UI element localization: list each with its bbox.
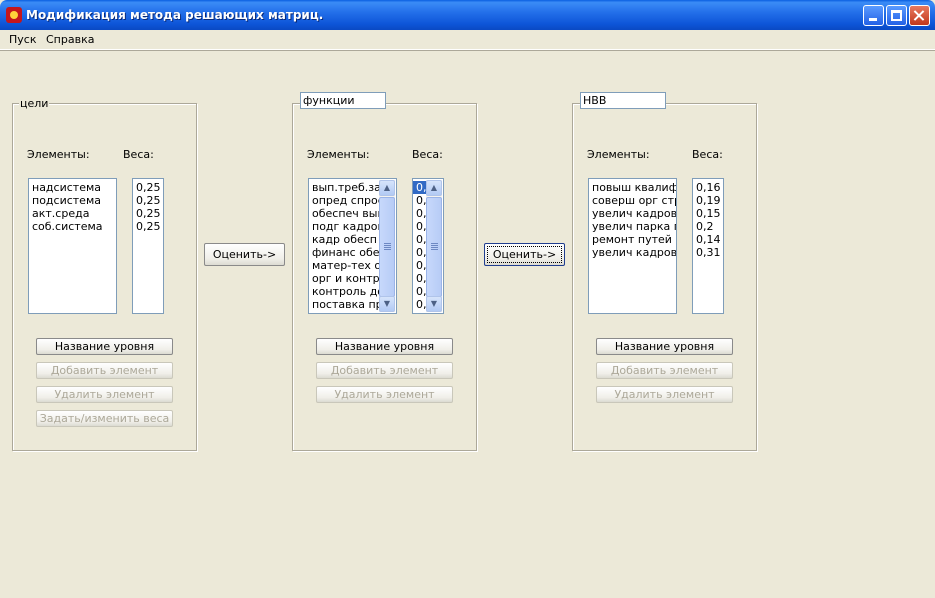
elements-label: Элементы: [27,148,90,161]
set-weights-button[interactable]: Задать/изменить веса [36,410,173,427]
evaluate-button-1[interactable]: Оценить-> [204,243,285,266]
title-bar[interactable]: Модификация метода решающих матриц. [0,0,935,30]
app-icon[interactable] [6,7,22,23]
evaluate-button-2[interactable]: Оценить-> [484,243,565,266]
minimize-icon [869,18,877,21]
scroll-thumb[interactable] [426,197,442,297]
close-icon [910,6,929,25]
weights-list-nvv[interactable]: 0,16 0,19 0,15 0,2 0,14 0,31 [692,178,724,314]
list-item[interactable]: 0, [413,285,427,298]
list-item[interactable]: акт.среда [29,207,116,220]
scroll-thumb[interactable] [379,197,395,297]
list-item[interactable]: финанс обес [309,246,379,259]
list-item[interactable]: кадр обесп [309,233,379,246]
elements-label: Элементы: [307,148,370,161]
list-item[interactable]: 0, [413,220,427,233]
list-item[interactable]: 0,16 [693,181,723,194]
list-item[interactable]: 0,25 [133,181,163,194]
scrollbar[interactable]: ▲ ▼ [426,180,442,312]
delete-element-button[interactable]: Удалить элемент [316,386,453,403]
list-item[interactable]: 0,14 [693,233,723,246]
maximize-button[interactable] [886,5,907,26]
level-name-button[interactable]: Название уровня [36,338,173,355]
panel-goals-title: цели [19,97,50,110]
close-button[interactable] [909,5,930,26]
level-name-button[interactable]: Название уровня [316,338,453,355]
list-item[interactable]: 0,2 [693,220,723,233]
elements-list-nvv[interactable]: повыш квалиф к соверш орг стру увелич ка… [588,178,677,314]
list-item[interactable]: 0, [413,298,427,311]
list-item[interactable]: 0, [413,246,427,259]
level-name-input-functions[interactable] [300,92,386,109]
list-item[interactable]: подсистема [29,194,116,207]
scroll-up-icon[interactable]: ▲ [379,180,395,196]
maximize-icon [891,10,902,21]
level-name-button[interactable]: Название уровня [596,338,733,355]
list-item[interactable]: 0, [413,272,427,285]
list-item[interactable]: 0,25 [133,220,163,233]
list-item[interactable]: 0,25 [133,194,163,207]
list-item[interactable]: соб.система [29,220,116,233]
delete-element-button[interactable]: Удалить элемент [596,386,733,403]
menu-start[interactable]: Пуск [9,33,36,46]
list-item[interactable]: надсистема [29,181,116,194]
add-element-button[interactable]: Добавить элемент [596,362,733,379]
list-item[interactable]: увелич кадров п [589,207,676,220]
list-item[interactable]: матер-тех об [309,259,379,272]
weights-label: Веса: [692,148,723,161]
weights-label: Веса: [412,148,443,161]
list-item[interactable]: 0, [413,207,427,220]
list-item[interactable]: повыш квалиф к [589,181,676,194]
list-item[interactable]: увелич кадров р [589,246,676,259]
list-item[interactable]: вып.треб.зак [309,181,379,194]
menu-bar: Пуск Справка [0,30,935,51]
list-item[interactable]: 0,15 [693,207,723,220]
grip-icon [431,243,438,250]
elements-list-functions[interactable]: вып.треб.зак опред спроса обеспеч вып по… [308,178,397,314]
list-item[interactable]: 0, [413,259,427,272]
list-item[interactable]: соверш орг стру [589,194,676,207]
scroll-up-icon[interactable]: ▲ [426,180,442,196]
list-item[interactable]: ремонт путей [589,233,676,246]
list-item[interactable]: подг кадров [309,220,379,233]
menu-help[interactable]: Справка [46,33,94,46]
list-item-selected[interactable]: 0, [413,181,427,194]
list-item[interactable]: контроль до [309,285,379,298]
grip-icon [384,243,391,250]
elements-label: Элементы: [587,148,650,161]
window-title: Модификация метода решающих матриц. [26,8,324,22]
minimize-button[interactable] [863,5,884,26]
list-item[interactable]: 0, [413,194,427,207]
weights-list-functions[interactable]: 0, 0, 0, 0, 0, 0, 0, 0, 0, 0, ▲ ▼ [412,178,444,314]
list-item[interactable]: поставка про [309,298,379,311]
list-item[interactable]: 0,25 [133,207,163,220]
scroll-down-icon[interactable]: ▼ [379,296,395,312]
add-element-button[interactable]: Добавить элемент [316,362,453,379]
weights-list-goals[interactable]: 0,25 0,25 0,25 0,25 [132,178,164,314]
list-item[interactable]: опред спроса [309,194,379,207]
list-item[interactable]: 0, [413,233,427,246]
delete-element-button[interactable]: Удалить элемент [36,386,173,403]
scrollbar[interactable]: ▲ ▼ [379,180,395,312]
list-item[interactable]: увелич парка по [589,220,676,233]
list-item[interactable]: 0,31 [693,246,723,259]
add-element-button[interactable]: Добавить элемент [36,362,173,379]
list-item[interactable]: орг и контро. [309,272,379,285]
elements-list-goals[interactable]: надсистема подсистема акт.среда соб.сист… [28,178,117,314]
level-name-input-nvv[interactable] [580,92,666,109]
list-item[interactable]: 0,19 [693,194,723,207]
list-item[interactable]: обеспеч вып [309,207,379,220]
scroll-down-icon[interactable]: ▼ [426,296,442,312]
weights-label: Веса: [123,148,154,161]
